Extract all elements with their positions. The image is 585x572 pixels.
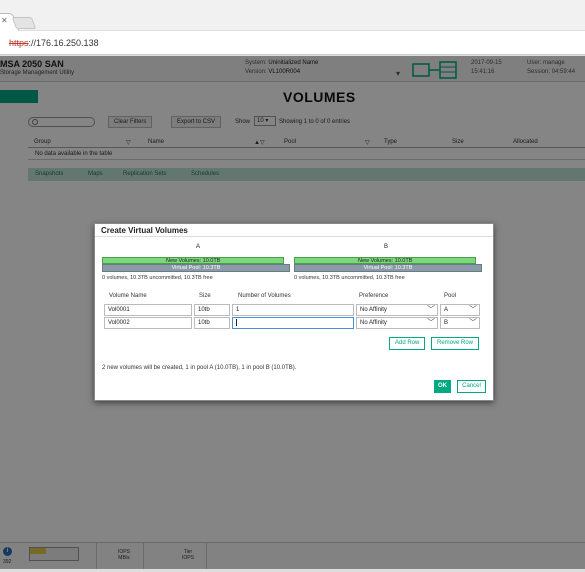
column-number-of-volumes: Number of Volumes [238, 293, 291, 299]
new-tab-button[interactable] [11, 17, 37, 29]
address-bar[interactable]: https://176.16.250.138 [0, 31, 585, 55]
pool-a-new-volumes: New Volumes: 10.0TB [102, 257, 285, 264]
pool-select[interactable]: B ﹀ [440, 317, 480, 329]
url-host: ://176.16.250.138 [28, 38, 99, 48]
remove-row-button[interactable]: Remove Row [431, 337, 480, 350]
dialog-title: Create Virtual Volumes [95, 224, 493, 237]
chevron-down-icon: ﹀ [427, 318, 435, 327]
pool-b-capacity-bar: New Volumes: 10.0TB Virtual Pool: 10.3TB [294, 257, 482, 273]
pool-value: A [444, 307, 449, 313]
column-volume-name: Volume Name [109, 293, 147, 299]
create-virtual-volumes-dialog: Create Virtual Volumes A New Volumes: 10… [94, 223, 494, 401]
url-scheme: https [9, 38, 29, 48]
pool-b-label: B [384, 244, 389, 250]
pool-b-summary: 0 volumes, 10.3TB uncommitted, 10.3TB fr… [294, 275, 405, 281]
preference-select[interactable]: No Affinity ﹀ [356, 304, 438, 316]
chevron-down-icon: ﹀ [469, 305, 477, 314]
volume-count-field[interactable]: 1 [232, 304, 354, 316]
volume-name-field[interactable]: Vol0002 [104, 317, 192, 329]
add-row-button[interactable]: Add Row [389, 337, 426, 350]
volume-size-field[interactable]: 10tb [194, 304, 230, 316]
pool-select[interactable]: A ﹀ [440, 304, 480, 316]
cancel-button[interactable]: Cancel [457, 380, 486, 393]
pool-value: B [444, 320, 449, 326]
pool-b-virtual-pool: Virtual Pool: 10.3TB [294, 264, 482, 272]
chevron-down-icon: ﹀ [469, 318, 477, 327]
chevron-down-icon: ﹀ [427, 305, 435, 314]
creation-summary: 2 new volumes will be created, 1 in pool… [102, 365, 297, 371]
column-pool: Pool [444, 293, 457, 299]
close-tab-icon[interactable]: ✕ [1, 16, 8, 25]
pool-b-new-volumes: New Volumes: 10.0TB [294, 257, 477, 264]
pool-a-capacity-bar: New Volumes: 10.0TB Virtual Pool: 10.3TB [102, 257, 290, 273]
preference-value: No Affinity [360, 320, 387, 326]
url-text[interactable]: https://176.16.250.138 [9, 38, 99, 48]
ok-button[interactable]: OK [434, 380, 451, 393]
browser-tabstrip: ✕ [0, 0, 585, 31]
column-size: Size [199, 293, 211, 299]
volume-name-field[interactable]: Vol0001 [104, 304, 192, 316]
preference-value: No Affinity [360, 307, 387, 313]
pool-a-virtual-pool: Virtual Pool: 10.3TB [102, 264, 290, 272]
pool-a-summary: 0 volumes, 10.3TB uncommitted, 10.3TB fr… [102, 275, 213, 281]
volume-size-field[interactable]: 10tb [194, 317, 230, 329]
pool-a-label: A [196, 244, 201, 250]
column-preference: Preference [359, 293, 389, 299]
text-cursor [236, 318, 237, 326]
preference-select[interactable]: No Affinity ﹀ [356, 317, 438, 329]
volume-count-field[interactable] [232, 317, 354, 329]
